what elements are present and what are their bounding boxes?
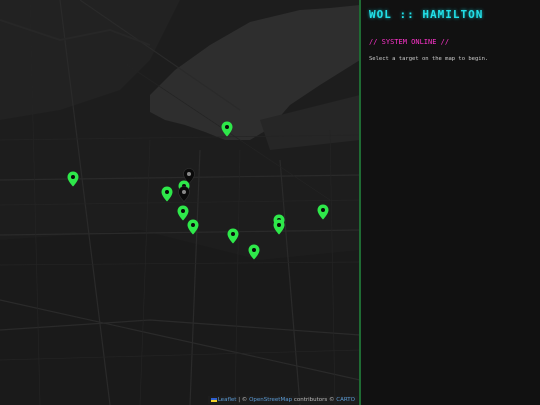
map-marker[interactable] — [221, 121, 233, 137]
map-marker[interactable] — [317, 204, 329, 220]
panel-title: WOL :: HAMILTON — [369, 8, 484, 21]
side-panel: WOL :: HAMILTON // SYSTEM ONLINE // Sele… — [361, 0, 540, 405]
map-marker-selected[interactable] — [178, 186, 190, 202]
system-status: // SYSTEM ONLINE // — [369, 38, 450, 46]
attribution-separator: | © — [236, 397, 250, 403]
map-marker[interactable] — [273, 219, 285, 235]
map-marker[interactable] — [227, 228, 239, 244]
map-marker[interactable] — [248, 244, 260, 260]
map-base-tiles — [0, 0, 360, 405]
map-marker[interactable] — [161, 186, 173, 202]
instruction-text: Select a target on the map to begin. — [369, 56, 489, 62]
map-attribution: Leaflet | © OpenStreetMap contributors ©… — [207, 396, 358, 404]
attribution-contributors: contributors © — [292, 397, 337, 403]
map-marker[interactable] — [187, 219, 199, 235]
leaflet-link[interactable]: Leaflet — [218, 397, 237, 403]
ukraine-flag-icon — [210, 397, 217, 402]
map-marker[interactable] — [67, 171, 79, 187]
carto-link[interactable]: CARTO — [336, 397, 355, 403]
osm-link[interactable]: OpenStreetMap — [249, 397, 292, 403]
map-view[interactable]: Leaflet | © OpenStreetMap contributors ©… — [0, 0, 360, 405]
